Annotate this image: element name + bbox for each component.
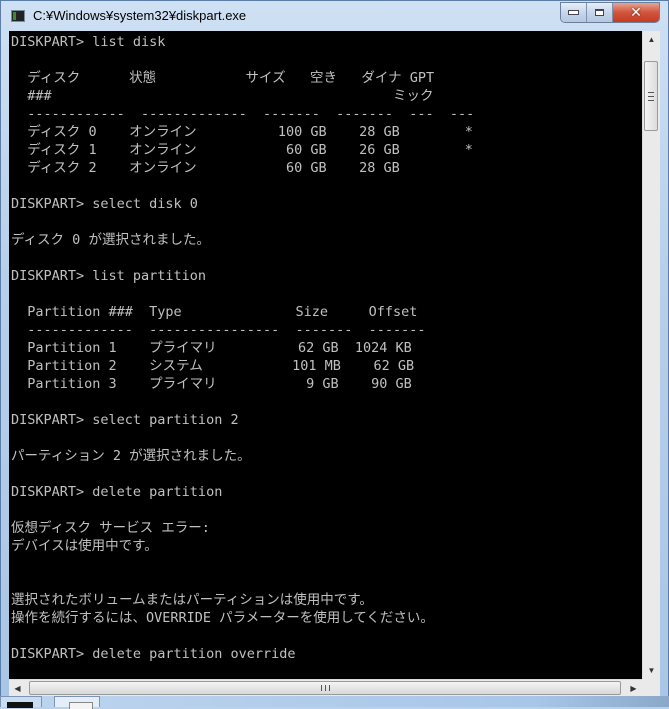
scroll-right-button[interactable]: ▶ xyxy=(625,680,642,697)
window-title: C:¥Windows¥system32¥diskpart.exe xyxy=(33,8,247,23)
console-output-line xyxy=(11,555,642,573)
minimize-icon xyxy=(568,10,579,15)
close-button[interactable]: ✕ xyxy=(613,3,659,22)
arrow-up-icon: ▲ xyxy=(647,35,656,44)
console-command-line: DISKPART> select partition 2 xyxy=(11,412,239,428)
maximize-button[interactable] xyxy=(587,3,613,22)
vertical-scroll-thumb[interactable] xyxy=(644,61,658,131)
console-output-line: デバイスは使用中です。 xyxy=(11,538,158,554)
console-window: C:¥Windows¥system32¥diskpart.exe ✕ DISKP… xyxy=(0,0,669,707)
console-output-line xyxy=(11,177,642,195)
grip-icon xyxy=(648,91,654,101)
console-output-line xyxy=(11,465,642,483)
console-output-line: ディスク 0 が選択されました。 xyxy=(11,232,210,248)
console-output-line xyxy=(11,249,642,267)
console-output-line xyxy=(11,501,642,519)
scroll-up-button[interactable]: ▲ xyxy=(643,31,660,48)
console-command-line: DISKPART> select disk 0 xyxy=(11,196,198,212)
maximize-icon xyxy=(595,9,604,16)
console-text: DISKPART> list disk ディスク 状態 サイズ 空き ダイナ G… xyxy=(9,31,642,663)
console-output-line: ディスク 1 オンライン 60 GB 26 GB * xyxy=(11,142,473,158)
scroll-down-button[interactable]: ▼ xyxy=(643,662,660,679)
taskbar-button-console[interactable] xyxy=(0,696,42,708)
console-output-line xyxy=(11,51,642,69)
console-output-line: Partition 3 プライマリ 9 GB 90 GB xyxy=(11,376,412,392)
horizontal-scroll-thumb[interactable] xyxy=(29,681,621,695)
arrow-right-icon: ▶ xyxy=(630,684,637,693)
console-output-line: 操作を続行するには、OVERRIDE パラメーターを使用してください。 xyxy=(11,610,434,626)
console-command-line: DISKPART> list partition xyxy=(11,268,207,284)
console-output-line: ディスク 状態 サイズ 空き ダイナ GPT xyxy=(11,70,435,86)
minimize-button[interactable] xyxy=(561,3,587,22)
taskbar-button-window[interactable] xyxy=(54,696,100,709)
console-command-line: DISKPART> list disk xyxy=(11,34,166,50)
console-output-line: パーティション 2 が選択されました。 xyxy=(11,448,251,464)
grip-icon xyxy=(320,685,330,691)
console-output-line: Partition 1 プライマリ 62 GB 1024 KB xyxy=(11,340,412,356)
console-app-icon[interactable] xyxy=(11,10,25,22)
vertical-scrollbar[interactable]: ▲ ▼ xyxy=(642,31,660,679)
console-output-line xyxy=(11,285,642,303)
console-output-line xyxy=(11,429,642,447)
scroll-left-button[interactable]: ◀ xyxy=(9,680,26,697)
console-output-line: ------------ ------------- ------- -----… xyxy=(11,106,475,122)
console-output-line xyxy=(11,213,642,231)
arrow-down-icon: ▼ xyxy=(647,666,656,675)
close-icon: ✕ xyxy=(630,4,642,21)
console-output[interactable]: DISKPART> list disk ディスク 状態 サイズ 空き ダイナ G… xyxy=(9,31,642,679)
console-output-line xyxy=(11,627,642,645)
caption-buttons: ✕ xyxy=(560,2,660,23)
size-grip[interactable] xyxy=(642,679,660,697)
taskbar xyxy=(0,696,669,709)
arrow-left-icon: ◀ xyxy=(14,684,21,693)
console-output-line: 仮想ディスク サービス エラー: xyxy=(11,520,210,536)
title-bar[interactable]: C:¥Windows¥system32¥diskpart.exe ✕ xyxy=(1,1,668,31)
console-output-line: ### ミック xyxy=(11,88,434,104)
console-output-line: ディスク 2 オンライン 60 GB 28 GB xyxy=(11,160,400,176)
console-command-line: DISKPART> delete partition override xyxy=(11,646,296,662)
horizontal-scrollbar[interactable]: ◀ ▶ xyxy=(9,679,642,697)
console-command-line: DISKPART> delete partition xyxy=(11,484,223,500)
console-output-line xyxy=(11,573,642,591)
console-output-line: Partition 2 システム 101 MB 62 GB xyxy=(11,358,415,374)
console-output-line: Partition ### Type Size Offset xyxy=(11,304,418,320)
console-output-line xyxy=(11,393,642,411)
console-output-line: 選択されたボリュームまたはパーティションは使用中です。 xyxy=(11,592,373,608)
console-output-line: ディスク 0 オンライン 100 GB 28 GB * xyxy=(11,124,473,140)
console-output-line: ------------- ---------------- ------- -… xyxy=(11,322,426,338)
